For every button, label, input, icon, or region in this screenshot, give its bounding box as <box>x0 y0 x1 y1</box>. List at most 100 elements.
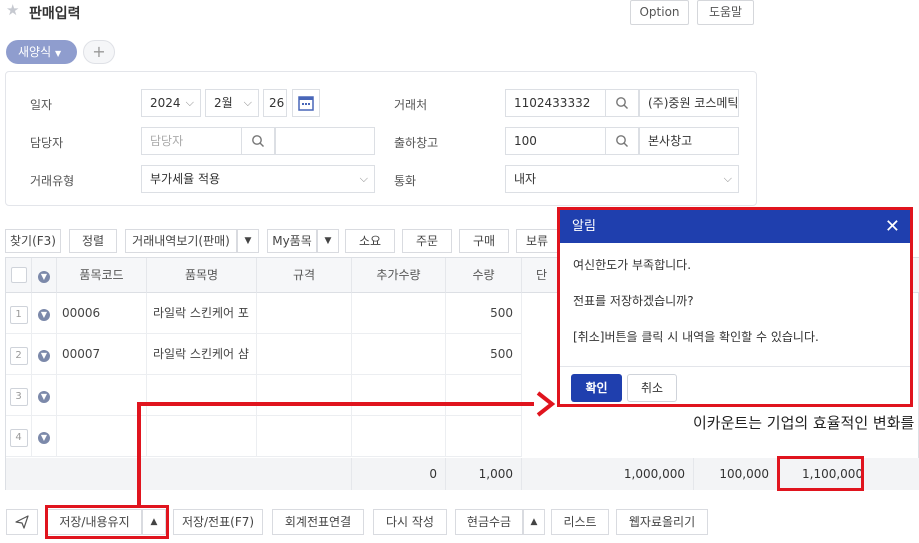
rewrite-button[interactable]: 다시 작성 <box>373 509 447 535</box>
alert-dialog: 알림 ✕ 여신한도가 부족합니다. 전표를 저장하겠습니까? [취소]버튼을 클… <box>557 207 913 407</box>
staff-name-field[interactable] <box>275 127 375 155</box>
add-tab-button[interactable]: + <box>83 40 115 64</box>
overlay-caption: 이카운트는 기업의 효율적인 변화를 <box>693 414 915 432</box>
page-title: 판매입력 <box>29 6 81 22</box>
purchase-button[interactable]: 구매 <box>459 229 509 253</box>
col-item-code[interactable]: 품목코드 <box>57 258 147 293</box>
col-item-name[interactable]: 품목명 <box>147 258 257 293</box>
row-number-cell[interactable]: 1 <box>6 293 32 334</box>
qty-cell[interactable]: 500 <box>446 293 522 334</box>
item-name-cell[interactable]: 라일락 스킨케어 포 <box>147 293 257 334</box>
qty-cell[interactable] <box>446 416 522 457</box>
option-button[interactable]: Option <box>630 0 689 25</box>
extra-qty-cell[interactable] <box>352 416 446 457</box>
item-name-cell[interactable] <box>147 375 257 416</box>
expand-header[interactable]: ▼ <box>32 258 57 293</box>
consume-button[interactable]: 소요 <box>345 229 395 253</box>
sum-extra-qty: 0 <box>352 458 446 490</box>
currency-select[interactable]: 내자 ⌵ <box>505 165 739 193</box>
staff-input[interactable]: 담당자 <box>141 127 243 155</box>
item-name-cell[interactable]: 라일락 스킨케어 샴 <box>147 334 257 375</box>
find-button[interactable]: 찾기(F3) <box>5 229 61 253</box>
staff-search-button[interactable] <box>241 127 275 155</box>
calendar-icon <box>298 96 314 111</box>
list-button[interactable]: 리스트 <box>551 509 609 535</box>
row-number-cell[interactable]: 4 <box>6 416 32 457</box>
item-code-cell[interactable]: 00007 <box>57 334 147 375</box>
item-code-cell[interactable]: 00006 <box>57 293 147 334</box>
extra-qty-cell[interactable] <box>352 293 446 334</box>
cash-collect-dropdown[interactable]: ▲ <box>523 509 545 535</box>
tab-new-form[interactable]: 새양식 ▼ <box>6 40 77 64</box>
year-select[interactable]: 2024 ⌵ <box>141 89 201 117</box>
confirm-button[interactable]: 확인 <box>571 374 622 402</box>
col-qty[interactable]: 수량 <box>446 258 522 293</box>
order-button[interactable]: 주문 <box>402 229 452 253</box>
trade-type-label: 거래유형 <box>30 174 75 188</box>
extra-qty-cell[interactable] <box>352 334 446 375</box>
sort-button[interactable]: 정렬 <box>69 229 117 253</box>
warehouse-name-field[interactable]: 본사창고 <box>639 127 739 155</box>
qty-cell[interactable]: 500 <box>446 334 522 375</box>
item-code-cell[interactable] <box>57 375 147 416</box>
dialog-message-hint: [취소]버튼을 클릭 시 내역을 확인할 수 있습니다. <box>573 330 819 344</box>
select-all-header[interactable] <box>6 258 32 293</box>
arrow-down-circle-icon: ▼ <box>38 271 50 283</box>
extra-qty-cell[interactable] <box>352 375 446 416</box>
trade-history-dropdown[interactable]: ▼ <box>237 229 259 253</box>
account-link-button[interactable]: 회계전표연결 <box>272 509 364 535</box>
date-label: 일자 <box>30 98 53 112</box>
customer-name-field[interactable]: (주)중원 코스메틱 <box>639 89 739 117</box>
hold-button[interactable]: 보류 <box>516 229 558 253</box>
cancel-button[interactable]: 취소 <box>627 374 677 402</box>
chevron-down-icon: ⌵ <box>243 96 252 109</box>
search-icon <box>616 97 628 109</box>
close-icon[interactable]: ✕ <box>885 210 900 243</box>
caret-down-icon: ▼ <box>54 49 62 58</box>
web-upload-button[interactable]: 웹자료올리기 <box>616 509 708 535</box>
day-input[interactable]: 26 <box>263 89 287 117</box>
caret-up-icon: ▲ <box>530 517 538 527</box>
save-slip-button[interactable]: 저장/전표(F7) <box>173 509 263 535</box>
row-expand[interactable]: ▼ <box>32 334 57 375</box>
col-extra-qty[interactable]: 추가수량 <box>352 258 446 293</box>
customer-code-input[interactable]: 1102433332 <box>505 89 607 117</box>
search-icon <box>616 135 628 147</box>
warehouse-search-button[interactable] <box>605 127 639 155</box>
trade-type-select[interactable]: 부가세율 적용 ⌵ <box>141 165 375 193</box>
sum-row-spacer <box>6 458 352 490</box>
sum-vat: 100,000 <box>694 458 778 490</box>
spec-cell[interactable] <box>257 334 352 375</box>
trade-history-button[interactable]: 거래내역보기(판매) <box>125 229 237 253</box>
favorite-star-icon[interactable]: ★ <box>6 1 19 19</box>
row-expand[interactable]: ▼ <box>32 375 57 416</box>
month-select[interactable]: 2월 ⌵ <box>205 89 259 117</box>
spec-cell[interactable] <box>257 375 352 416</box>
item-code-cell[interactable] <box>57 416 147 457</box>
calendar-button[interactable] <box>292 89 320 117</box>
warehouse-code-input[interactable]: 100 <box>505 127 607 155</box>
my-items-dropdown[interactable]: ▼ <box>317 229 339 253</box>
my-items-button[interactable]: My품목 <box>267 229 317 253</box>
send-button[interactable] <box>6 509 38 535</box>
arrow-down-circle-icon: ▼ <box>38 391 50 403</box>
spec-cell[interactable] <box>257 416 352 457</box>
qty-cell[interactable] <box>446 375 522 416</box>
sum-qty: 1,000 <box>446 458 522 490</box>
row-number-cell[interactable]: 2 <box>6 334 32 375</box>
cash-collect-button[interactable]: 현금수금 <box>455 509 523 535</box>
row-number-cell[interactable]: 3 <box>6 375 32 416</box>
help-button[interactable]: 도움말 <box>697 0 754 25</box>
spec-cell[interactable] <box>257 293 352 334</box>
caret-down-icon: ▼ <box>324 236 332 246</box>
item-name-cell[interactable] <box>147 416 257 457</box>
row-expand[interactable]: ▼ <box>32 293 57 334</box>
sum-supply: 1,000,000 <box>522 458 694 490</box>
customer-label: 거래처 <box>394 98 428 112</box>
col-spec[interactable]: 규격 <box>257 258 352 293</box>
paper-plane-icon <box>15 515 29 529</box>
row-expand[interactable]: ▼ <box>32 416 57 457</box>
customer-search-button[interactable] <box>605 89 639 117</box>
select-all-checkbox[interactable] <box>10 267 27 283</box>
tab-label: 새양식 <box>18 45 52 59</box>
